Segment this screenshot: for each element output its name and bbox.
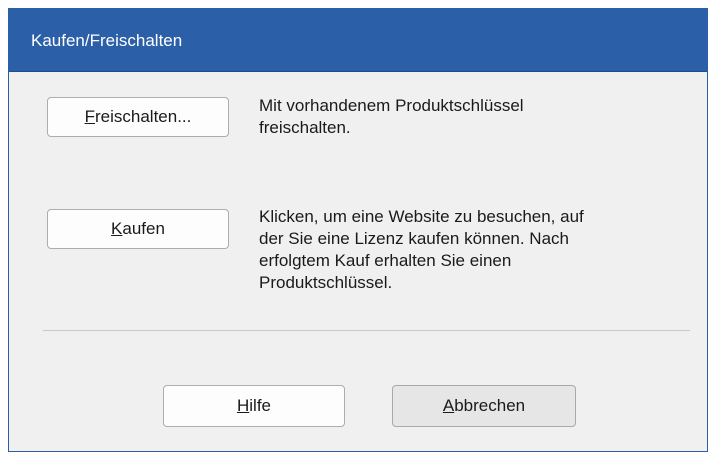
help-button-label: ilfe	[249, 396, 271, 415]
screen: Kaufen/Freischalten Freischalten... Mit …	[0, 0, 718, 459]
dialog-title: Kaufen/Freischalten	[31, 31, 183, 50]
unlock-description-line: Mit vorhandenem Produktschlüssel	[259, 96, 524, 115]
buy-description-line: Klicken, um eine Website zu besuchen, au…	[259, 207, 584, 226]
buy-description-line: der Sie eine Lizenz kaufen können. Nach	[259, 229, 569, 248]
buy-button-mnemonic: K	[111, 219, 123, 238]
unlock-button-mnemonic: F	[84, 107, 95, 126]
cancel-button-mnemonic: A	[442, 396, 455, 415]
cancel-button[interactable]: Abbrechen	[392, 385, 576, 427]
buy-button-label: aufen	[122, 219, 165, 238]
buy-button[interactable]: Kaufen	[47, 209, 229, 249]
buy-description-line: Produktschlüssel.	[259, 273, 393, 292]
purchase-unlock-dialog: Kaufen/Freischalten Freischalten... Mit …	[8, 8, 708, 452]
cancel-button-label: bbrechen	[454, 396, 526, 415]
unlock-button-label: reischalten...	[95, 107, 192, 126]
dialog-title-bar: Kaufen/Freischalten	[9, 9, 707, 72]
buy-description-line: erfolgtem Kauf erhalten Sie einen	[259, 251, 512, 270]
buy-description: Klicken, um eine Website zu besuchen, au…	[259, 206, 584, 294]
divider	[43, 330, 690, 331]
help-button-mnemonic: H	[236, 396, 250, 415]
help-button[interactable]: Hilfe	[163, 385, 345, 427]
unlock-description-line: freischalten.	[259, 118, 351, 137]
unlock-button[interactable]: Freischalten...	[47, 97, 229, 137]
unlock-description: Mit vorhandenem Produktschlüssel freisch…	[259, 95, 524, 139]
